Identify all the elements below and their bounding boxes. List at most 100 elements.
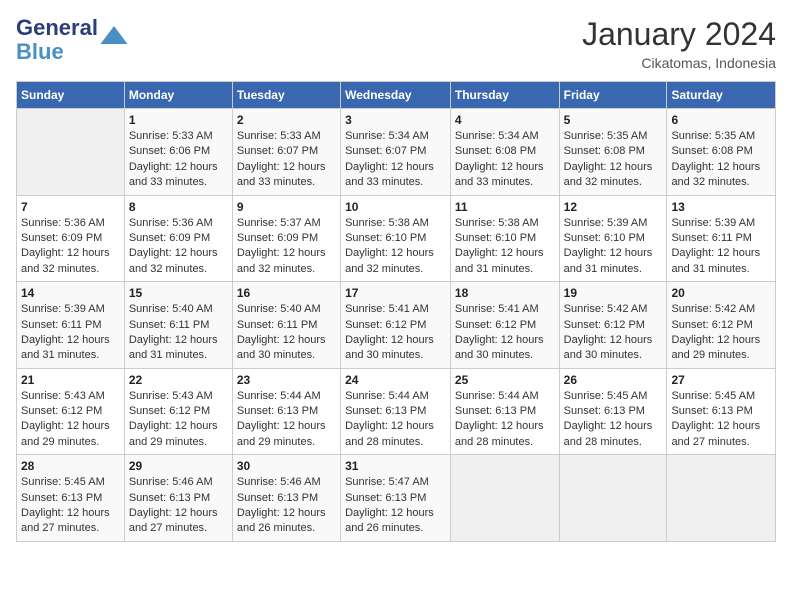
day-number: 22 xyxy=(129,373,228,387)
calendar-cell: 23 Sunrise: 5:44 AMSunset: 6:13 PMDayligh… xyxy=(232,368,340,455)
day-number: 31 xyxy=(345,459,446,473)
calendar-cell xyxy=(17,109,125,196)
day-number: 4 xyxy=(455,113,555,127)
calendar-cell: 21Sunrise: 5:43 AMSunset: 6:12 PMDayligh… xyxy=(17,368,125,455)
calendar-cell: 10Sunrise: 5:38 AMSunset: 6:10 PMDayligh… xyxy=(341,195,451,282)
day-number: 20 xyxy=(671,286,771,300)
day-number: 24 xyxy=(345,373,446,387)
day-number: 16 xyxy=(237,286,336,300)
calendar-cell: 28 Sunrise: 5:45 AMSunset: 6:13 PMDayligh… xyxy=(17,455,125,542)
header-day-thursday: Thursday xyxy=(450,82,559,109)
day-info: Sunrise: 5:41 AMSunset: 6:12 PMDaylight:… xyxy=(345,302,446,364)
day-info: Sunrise: 5:46 AMSunset: 6:13 PMDaylight:… xyxy=(129,475,228,537)
header-day-saturday: Saturday xyxy=(667,82,776,109)
logo: GeneralBlue xyxy=(16,16,128,64)
header-day-friday: Friday xyxy=(559,82,667,109)
calendar-cell xyxy=(450,455,559,542)
calendar-cell: 2 Sunrise: 5:33 AMSunset: 6:07 PMDaylight… xyxy=(232,109,340,196)
calendar-cell: 1 Sunrise: 5:33 AMSunset: 6:06 PMDaylight… xyxy=(124,109,232,196)
day-number: 6 xyxy=(671,113,771,127)
day-number: 29 xyxy=(129,459,228,473)
calendar-header-row: SundayMondayTuesdayWednesdayThursdayFrid… xyxy=(17,82,776,109)
calendar-cell: 17 Sunrise: 5:41 AMSunset: 6:12 PMDayligh… xyxy=(341,282,451,369)
calendar-week-3: 14 Sunrise: 5:39 AMSunset: 6:11 PMDayligh… xyxy=(17,282,776,369)
page-header: GeneralBlue January 2024 Cikatomas, Indo… xyxy=(16,16,776,71)
day-info: Sunrise: 5:45 AMSunset: 6:13 PMDaylight:… xyxy=(671,389,771,451)
day-info: Sunrise: 5:40 AMSunset: 6:11 PMDaylight:… xyxy=(237,302,336,364)
day-number: 17 xyxy=(345,286,446,300)
day-number: 9 xyxy=(237,200,336,214)
day-info: Sunrise: 5:43 AMSunset: 6:12 PMDaylight:… xyxy=(129,389,228,451)
day-number: 23 xyxy=(237,373,336,387)
day-number: 28 xyxy=(21,459,120,473)
day-info: Sunrise: 5:33 AMSunset: 6:06 PMDaylight:… xyxy=(129,129,228,191)
month-year-title: January 2024 xyxy=(582,16,776,53)
calendar-cell: 13 Sunrise: 5:39 AMSunset: 6:11 PMDayligh… xyxy=(667,195,776,282)
day-info: Sunrise: 5:37 AMSunset: 6:09 PMDaylight:… xyxy=(237,216,336,278)
calendar-cell xyxy=(667,455,776,542)
logo-icon xyxy=(100,26,128,44)
day-info: Sunrise: 5:34 AMSunset: 6:07 PMDaylight:… xyxy=(345,129,446,191)
day-info: Sunrise: 5:45 AMSunset: 6:13 PMDaylight:… xyxy=(564,389,663,451)
day-info: Sunrise: 5:44 AMSunset: 6:13 PMDaylight:… xyxy=(345,389,446,451)
calendar-cell: 27 Sunrise: 5:45 AMSunset: 6:13 PMDayligh… xyxy=(667,368,776,455)
day-info: Sunrise: 5:39 AMSunset: 6:11 PMDaylight:… xyxy=(671,216,771,278)
day-info: Sunrise: 5:35 AMSunset: 6:08 PMDaylight:… xyxy=(671,129,771,191)
calendar-cell: 14 Sunrise: 5:39 AMSunset: 6:11 PMDayligh… xyxy=(17,282,125,369)
calendar-cell: 15 Sunrise: 5:40 AMSunset: 6:11 PMDayligh… xyxy=(124,282,232,369)
day-number: 15 xyxy=(129,286,228,300)
day-info: Sunrise: 5:39 AMSunset: 6:11 PMDaylight:… xyxy=(21,302,120,364)
day-info: Sunrise: 5:42 AMSunset: 6:12 PMDaylight:… xyxy=(671,302,771,364)
header-day-tuesday: Tuesday xyxy=(232,82,340,109)
day-number: 13 xyxy=(671,200,771,214)
day-number: 14 xyxy=(21,286,120,300)
day-number: 26 xyxy=(564,373,663,387)
calendar-cell: 22 Sunrise: 5:43 AMSunset: 6:12 PMDayligh… xyxy=(124,368,232,455)
day-info: Sunrise: 5:41 AMSunset: 6:12 PMDaylight:… xyxy=(455,302,555,364)
logo-text: GeneralBlue xyxy=(16,16,98,64)
day-number: 7 xyxy=(21,200,120,214)
day-info: Sunrise: 5:34 AMSunset: 6:08 PMDaylight:… xyxy=(455,129,555,191)
calendar-cell: 3Sunrise: 5:34 AMSunset: 6:07 PMDaylight… xyxy=(341,109,451,196)
calendar-week-4: 21Sunrise: 5:43 AMSunset: 6:12 PMDayligh… xyxy=(17,368,776,455)
day-info: Sunrise: 5:46 AMSunset: 6:13 PMDaylight:… xyxy=(237,475,336,537)
location-subtitle: Cikatomas, Indonesia xyxy=(582,55,776,71)
day-number: 11 xyxy=(455,200,555,214)
calendar-cell: 19 Sunrise: 5:42 AMSunset: 6:12 PMDayligh… xyxy=(559,282,667,369)
day-number: 30 xyxy=(237,459,336,473)
calendar-cell: 26 Sunrise: 5:45 AMSunset: 6:13 PMDayligh… xyxy=(559,368,667,455)
calendar-cell xyxy=(559,455,667,542)
day-number: 12 xyxy=(564,200,663,214)
calendar-cell: 9 Sunrise: 5:37 AMSunset: 6:09 PMDaylight… xyxy=(232,195,340,282)
calendar-cell: 24 Sunrise: 5:44 AMSunset: 6:13 PMDayligh… xyxy=(341,368,451,455)
day-number: 1 xyxy=(129,113,228,127)
calendar-cell: 31 Sunrise: 5:47 AMSunset: 6:13 PMDayligh… xyxy=(341,455,451,542)
calendar-cell: 16 Sunrise: 5:40 AMSunset: 6:11 PMDayligh… xyxy=(232,282,340,369)
day-info: Sunrise: 5:44 AMSunset: 6:13 PMDaylight:… xyxy=(237,389,336,451)
calendar-cell: 11Sunrise: 5:38 AMSunset: 6:10 PMDayligh… xyxy=(450,195,559,282)
day-number: 27 xyxy=(671,373,771,387)
day-info: Sunrise: 5:45 AMSunset: 6:13 PMDaylight:… xyxy=(21,475,120,537)
day-info: Sunrise: 5:42 AMSunset: 6:12 PMDaylight:… xyxy=(564,302,663,364)
calendar-cell: 25Sunrise: 5:44 AMSunset: 6:13 PMDayligh… xyxy=(450,368,559,455)
calendar-table: SundayMondayTuesdayWednesdayThursdayFrid… xyxy=(16,81,776,542)
day-info: Sunrise: 5:33 AMSunset: 6:07 PMDaylight:… xyxy=(237,129,336,191)
header-day-monday: Monday xyxy=(124,82,232,109)
day-info: Sunrise: 5:40 AMSunset: 6:11 PMDaylight:… xyxy=(129,302,228,364)
title-area: January 2024 Cikatomas, Indonesia xyxy=(582,16,776,71)
day-number: 2 xyxy=(237,113,336,127)
day-info: Sunrise: 5:43 AMSunset: 6:12 PMDaylight:… xyxy=(21,389,120,451)
day-number: 19 xyxy=(564,286,663,300)
day-number: 8 xyxy=(129,200,228,214)
day-number: 5 xyxy=(564,113,663,127)
calendar-cell: 7Sunrise: 5:36 AMSunset: 6:09 PMDaylight… xyxy=(17,195,125,282)
day-info: Sunrise: 5:36 AMSunset: 6:09 PMDaylight:… xyxy=(129,216,228,278)
day-info: Sunrise: 5:38 AMSunset: 6:10 PMDaylight:… xyxy=(345,216,446,278)
calendar-cell: 5Sunrise: 5:35 AMSunset: 6:08 PMDaylight… xyxy=(559,109,667,196)
day-info: Sunrise: 5:47 AMSunset: 6:13 PMDaylight:… xyxy=(345,475,446,537)
calendar-cell: 18Sunrise: 5:41 AMSunset: 6:12 PMDayligh… xyxy=(450,282,559,369)
calendar-cell: 30 Sunrise: 5:46 AMSunset: 6:13 PMDayligh… xyxy=(232,455,340,542)
calendar-cell: 6 Sunrise: 5:35 AMSunset: 6:08 PMDaylight… xyxy=(667,109,776,196)
calendar-cell: 20 Sunrise: 5:42 AMSunset: 6:12 PMDayligh… xyxy=(667,282,776,369)
calendar-cell: 29 Sunrise: 5:46 AMSunset: 6:13 PMDayligh… xyxy=(124,455,232,542)
